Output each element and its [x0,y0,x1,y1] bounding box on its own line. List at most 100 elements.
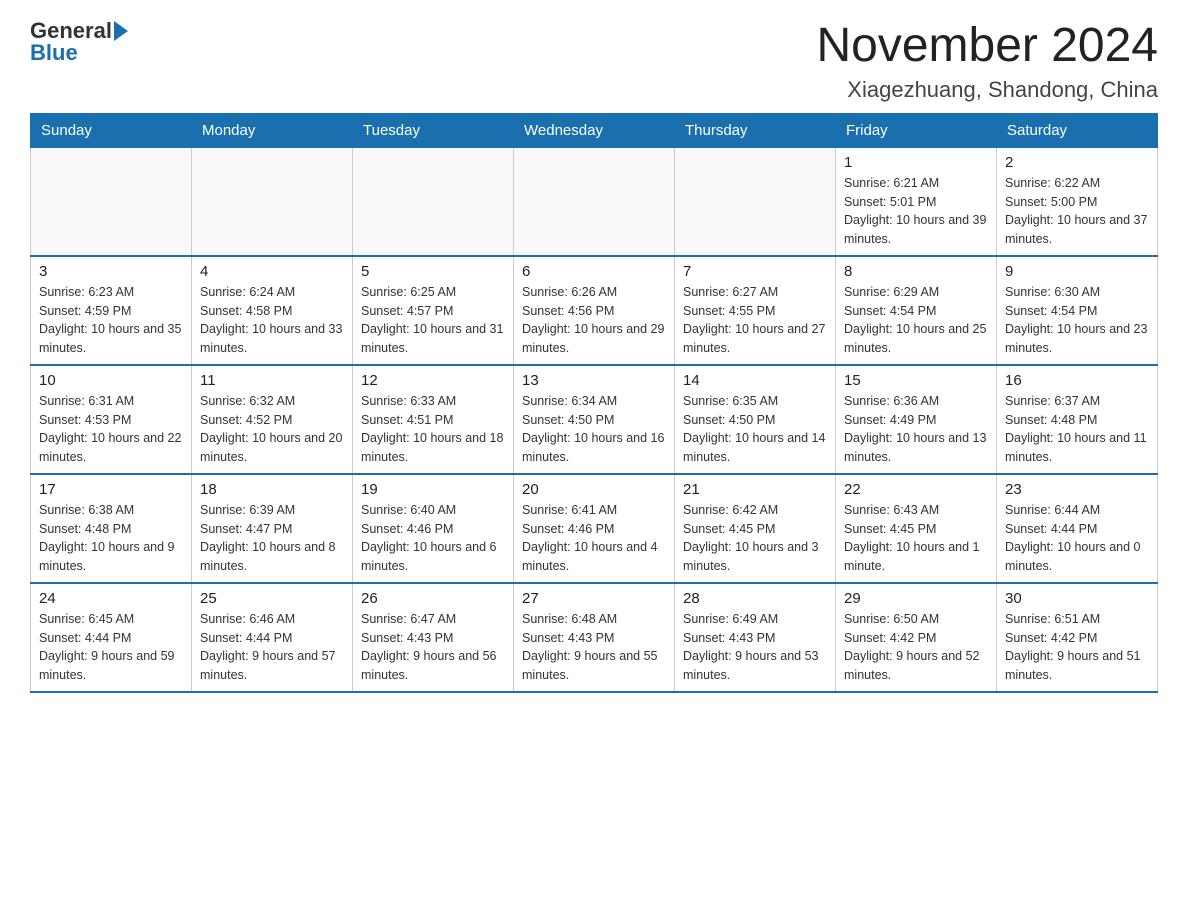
page-header: General Blue November 2024 Xiagezhuang, … [30,20,1158,103]
weekday-header-thursday: Thursday [675,113,836,147]
calendar-cell: 21 Sunrise: 6:42 AM Sunset: 4:45 PM Dayli… [675,474,836,583]
day-number: 9 [1005,263,1149,280]
day-number: 16 [1005,372,1149,389]
calendar-cell [192,147,353,256]
calendar-cell: 26 Sunrise: 6:47 AM Sunset: 4:43 PM Dayli… [353,583,514,692]
calendar-week-row: 10Sunrise: 6:31 AM Sunset: 4:53 PM Dayli… [31,365,1158,474]
day-number: 11 [200,372,344,389]
day-number: 18 [200,481,344,498]
weekday-header-friday: Friday [836,113,997,147]
day-number: 13 [522,372,666,389]
day-info: Sunrise: 6:48 AM Sunset: 4:43 PM Dayligh… [522,610,666,685]
calendar-cell: 4 Sunrise: 6:24 AM Sunset: 4:58 PM Daylig… [192,256,353,365]
calendar-week-row: 24 Sunrise: 6:45 AM Sunset: 4:44 PM Dayli… [31,583,1158,692]
day-info: Sunrise: 6:21 AM Sunset: 5:01 PM Dayligh… [844,174,988,249]
calendar-cell: 2Sunrise: 6:22 AM Sunset: 5:00 PM Daylig… [997,147,1158,256]
day-number: 19 [361,481,505,498]
weekday-header-tuesday: Tuesday [353,113,514,147]
day-info: Sunrise: 6:32 AM Sunset: 4:52 PM Dayligh… [200,392,344,467]
day-info: Sunrise: 6:37 AM Sunset: 4:48 PM Dayligh… [1005,392,1149,467]
calendar-cell: 29 Sunrise: 6:50 AM Sunset: 4:42 PM Dayli… [836,583,997,692]
calendar-cell: 9 Sunrise: 6:30 AM Sunset: 4:54 PM Daylig… [997,256,1158,365]
day-number: 4 [200,263,344,280]
calendar-cell [353,147,514,256]
day-number: 15 [844,372,988,389]
day-info: Sunrise: 6:24 AM Sunset: 4:58 PM Dayligh… [200,283,344,358]
calendar-header-row: SundayMondayTuesdayWednesdayThursdayFrid… [31,113,1158,147]
calendar-cell: 15 Sunrise: 6:36 AM Sunset: 4:49 PM Dayli… [836,365,997,474]
day-number: 27 [522,590,666,607]
day-info: Sunrise: 6:27 AM Sunset: 4:55 PM Dayligh… [683,283,827,358]
calendar-cell: 6 Sunrise: 6:26 AM Sunset: 4:56 PM Daylig… [514,256,675,365]
day-info: Sunrise: 6:41 AM Sunset: 4:46 PM Dayligh… [522,501,666,576]
calendar-cell [675,147,836,256]
day-info: Sunrise: 6:26 AM Sunset: 4:56 PM Dayligh… [522,283,666,358]
calendar-week-row: 3Sunrise: 6:23 AM Sunset: 4:59 PM Daylig… [31,256,1158,365]
day-info: Sunrise: 6:29 AM Sunset: 4:54 PM Dayligh… [844,283,988,358]
day-number: 25 [200,590,344,607]
title-area: November 2024 Xiagezhuang, Shandong, Chi… [816,20,1158,103]
calendar-cell: 23Sunrise: 6:44 AM Sunset: 4:44 PM Dayli… [997,474,1158,583]
day-number: 24 [39,590,183,607]
calendar-cell: 7 Sunrise: 6:27 AM Sunset: 4:55 PM Daylig… [675,256,836,365]
calendar-cell: 17 Sunrise: 6:38 AM Sunset: 4:48 PM Dayli… [31,474,192,583]
calendar-cell: 13 Sunrise: 6:34 AM Sunset: 4:50 PM Dayli… [514,365,675,474]
day-number: 7 [683,263,827,280]
day-info: Sunrise: 6:50 AM Sunset: 4:42 PM Dayligh… [844,610,988,685]
day-info: Sunrise: 6:34 AM Sunset: 4:50 PM Dayligh… [522,392,666,467]
weekday-header-sunday: Sunday [31,113,192,147]
day-number: 10 [39,372,183,389]
day-number: 29 [844,590,988,607]
calendar-cell: 28Sunrise: 6:49 AM Sunset: 4:43 PM Dayli… [675,583,836,692]
day-info: Sunrise: 6:25 AM Sunset: 4:57 PM Dayligh… [361,283,505,358]
day-number: 5 [361,263,505,280]
calendar-cell: 25 Sunrise: 6:46 AM Sunset: 4:44 PM Dayli… [192,583,353,692]
day-info: Sunrise: 6:46 AM Sunset: 4:44 PM Dayligh… [200,610,344,685]
day-info: Sunrise: 6:44 AM Sunset: 4:44 PM Dayligh… [1005,501,1149,576]
calendar-cell [514,147,675,256]
day-number: 1 [844,154,988,171]
day-number: 3 [39,263,183,280]
weekday-header-monday: Monday [192,113,353,147]
calendar-cell: 5 Sunrise: 6:25 AM Sunset: 4:57 PM Daylig… [353,256,514,365]
calendar-cell: 10Sunrise: 6:31 AM Sunset: 4:53 PM Dayli… [31,365,192,474]
calendar-cell [31,147,192,256]
location-title: Xiagezhuang, Shandong, China [816,77,1158,103]
day-info: Sunrise: 6:30 AM Sunset: 4:54 PM Dayligh… [1005,283,1149,358]
day-number: 22 [844,481,988,498]
day-info: Sunrise: 6:43 AM Sunset: 4:45 PM Dayligh… [844,501,988,576]
day-info: Sunrise: 6:45 AM Sunset: 4:44 PM Dayligh… [39,610,183,685]
day-number: 26 [361,590,505,607]
calendar-cell: 11 Sunrise: 6:32 AM Sunset: 4:52 PM Dayli… [192,365,353,474]
calendar-cell: 22 Sunrise: 6:43 AM Sunset: 4:45 PM Dayli… [836,474,997,583]
day-info: Sunrise: 6:42 AM Sunset: 4:45 PM Dayligh… [683,501,827,576]
logo: General Blue [30,20,128,64]
month-title: November 2024 [816,20,1158,73]
day-number: 17 [39,481,183,498]
calendar-cell: 18Sunrise: 6:39 AM Sunset: 4:47 PM Dayli… [192,474,353,583]
day-info: Sunrise: 6:40 AM Sunset: 4:46 PM Dayligh… [361,501,505,576]
calendar-cell: 16 Sunrise: 6:37 AM Sunset: 4:48 PM Dayli… [997,365,1158,474]
day-info: Sunrise: 6:47 AM Sunset: 4:43 PM Dayligh… [361,610,505,685]
calendar-cell: 27 Sunrise: 6:48 AM Sunset: 4:43 PM Dayli… [514,583,675,692]
day-info: Sunrise: 6:49 AM Sunset: 4:43 PM Dayligh… [683,610,827,685]
weekday-header-saturday: Saturday [997,113,1158,147]
day-number: 6 [522,263,666,280]
weekday-header-wednesday: Wednesday [514,113,675,147]
calendar-cell: 30Sunrise: 6:51 AM Sunset: 4:42 PM Dayli… [997,583,1158,692]
day-number: 8 [844,263,988,280]
calendar-cell: 3Sunrise: 6:23 AM Sunset: 4:59 PM Daylig… [31,256,192,365]
calendar-cell: 8 Sunrise: 6:29 AM Sunset: 4:54 PM Daylig… [836,256,997,365]
day-number: 14 [683,372,827,389]
day-info: Sunrise: 6:38 AM Sunset: 4:48 PM Dayligh… [39,501,183,576]
calendar-table: SundayMondayTuesdayWednesdayThursdayFrid… [30,113,1158,693]
calendar-cell: 1 Sunrise: 6:21 AM Sunset: 5:01 PM Daylig… [836,147,997,256]
calendar-cell: 19 Sunrise: 6:40 AM Sunset: 4:46 PM Dayli… [353,474,514,583]
day-info: Sunrise: 6:36 AM Sunset: 4:49 PM Dayligh… [844,392,988,467]
day-info: Sunrise: 6:35 AM Sunset: 4:50 PM Dayligh… [683,392,827,467]
day-number: 21 [683,481,827,498]
calendar-cell: 20Sunrise: 6:41 AM Sunset: 4:46 PM Dayli… [514,474,675,583]
day-number: 30 [1005,590,1149,607]
calendar-week-row: 1 Sunrise: 6:21 AM Sunset: 5:01 PM Daylig… [31,147,1158,256]
calendar-cell: 12Sunrise: 6:33 AM Sunset: 4:51 PM Dayli… [353,365,514,474]
